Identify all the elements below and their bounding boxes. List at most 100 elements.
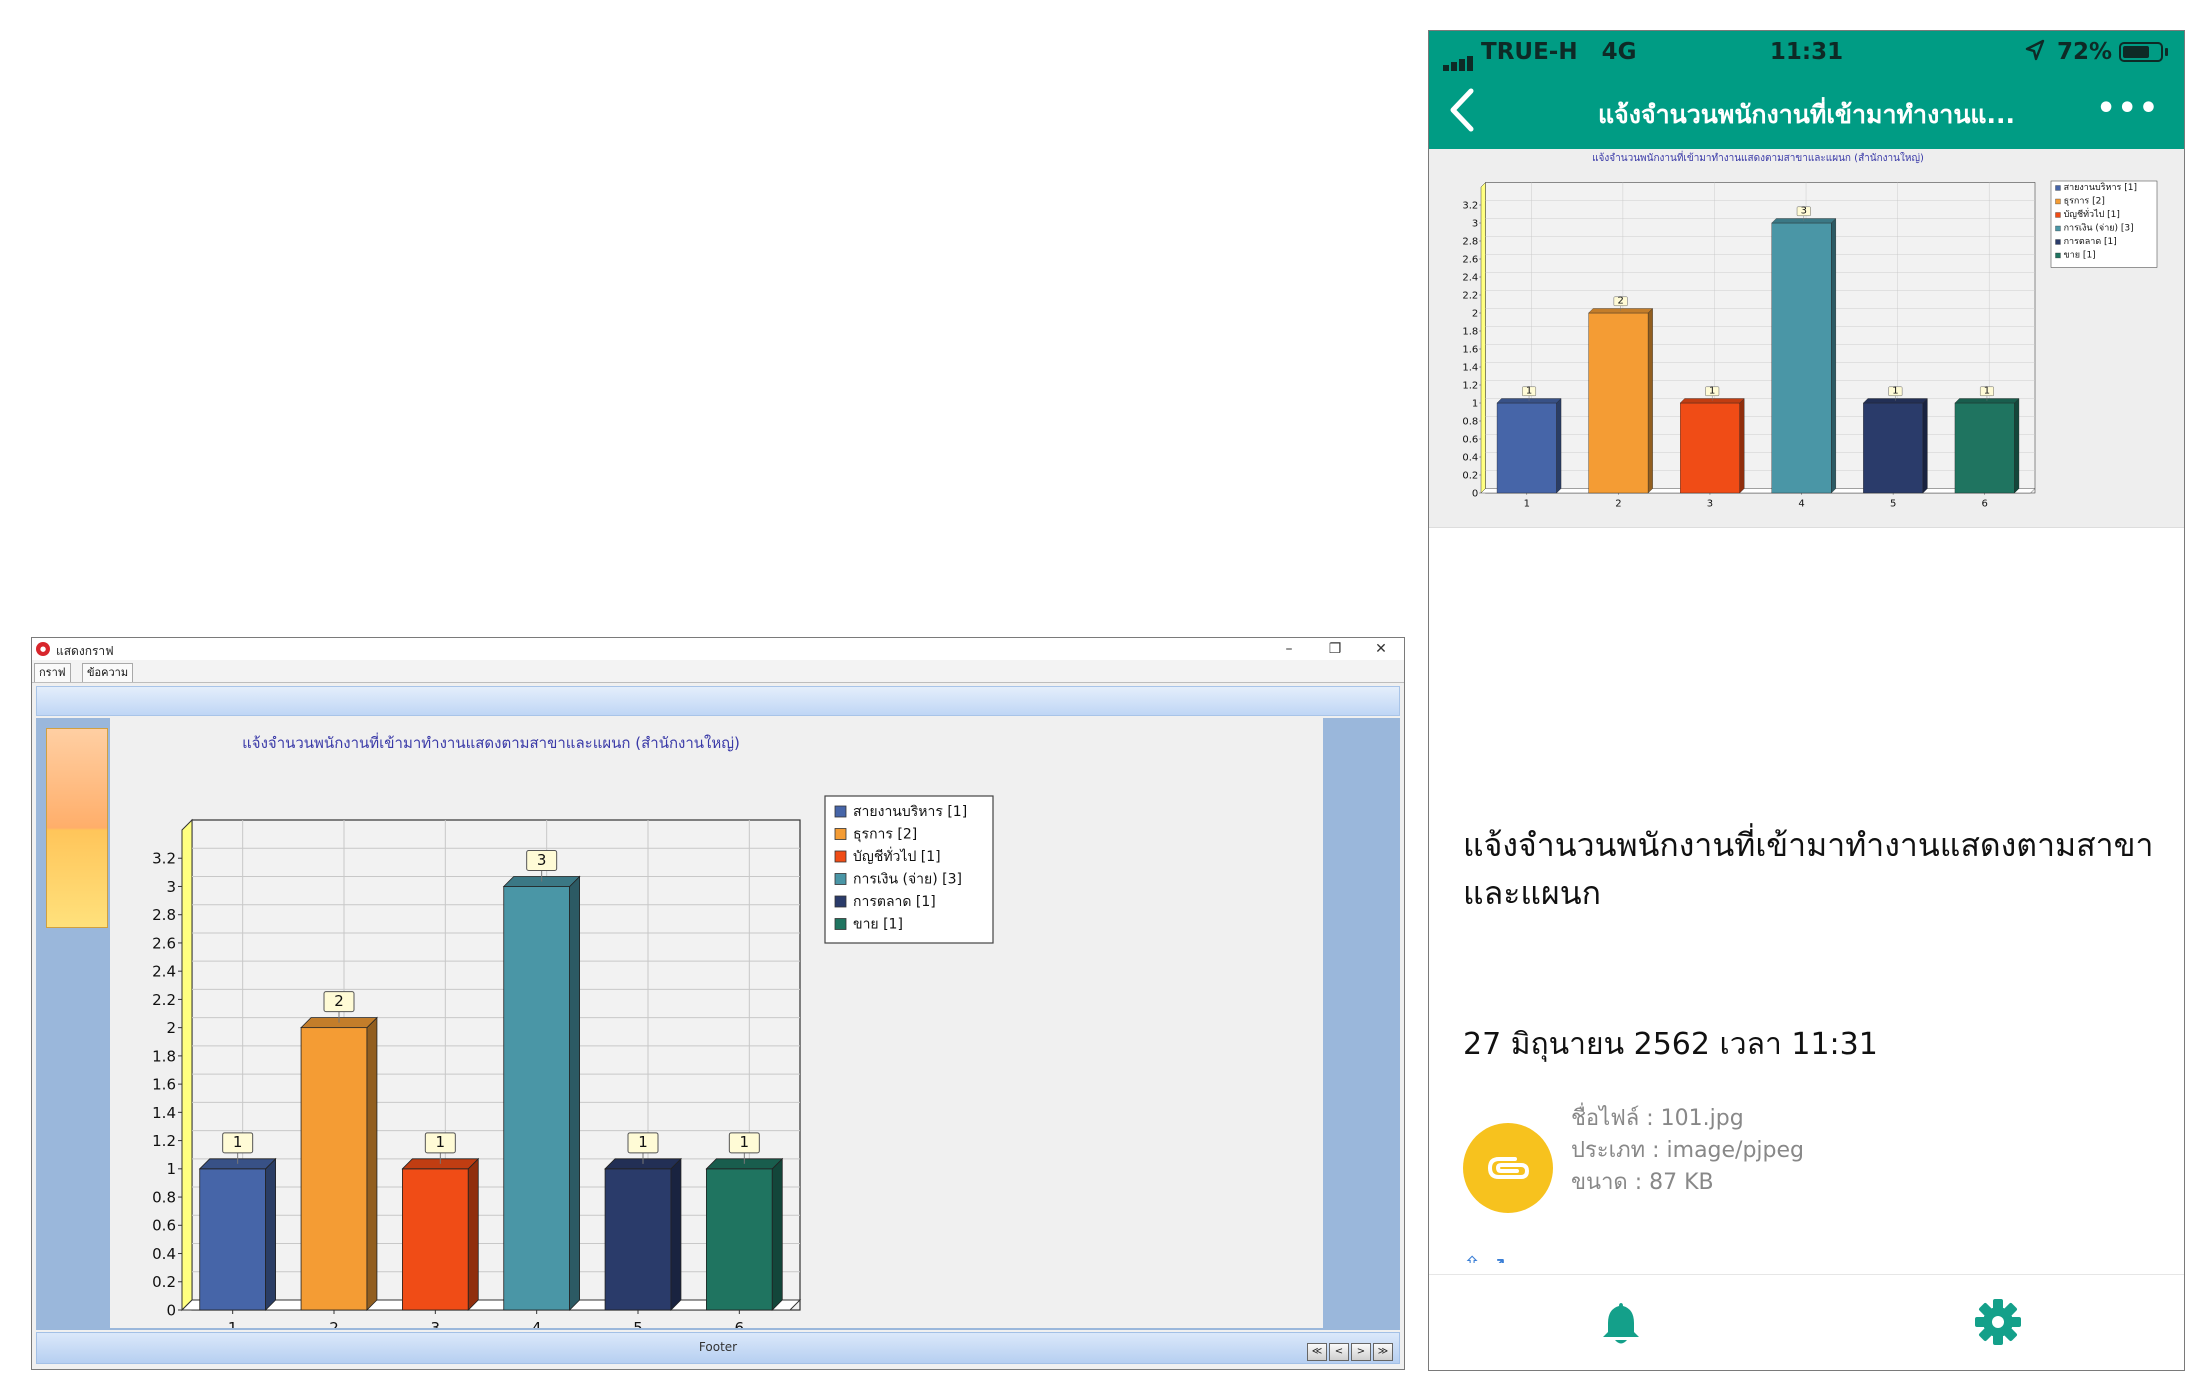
- legend-swatch: [2055, 212, 2061, 218]
- bar-5: [604, 1168, 672, 1311]
- legend-swatch: [834, 850, 847, 863]
- legend-label: สายงานบริหาร [1]: [853, 804, 967, 820]
- nav-bar: แจ้งจำนวนพนักงานที่เข้ามาทำงานแ... •••: [1429, 71, 2184, 149]
- close-icon[interactable]: ✕: [1358, 638, 1404, 660]
- window-titlebar[interactable]: ● แสดงกราฟ – ❐ ✕: [32, 638, 1404, 660]
- bar-3: [1680, 402, 1740, 494]
- legend-label: ธุรการ [2]: [2064, 197, 2105, 207]
- legend-label: การเงิน (จ่าย) [3]: [853, 872, 962, 888]
- x-tick-label: 1: [228, 1319, 238, 1328]
- legend-swatch: [834, 805, 847, 818]
- back-chevron-icon[interactable]: [1443, 85, 1483, 139]
- legend-swatch: [2055, 198, 2061, 205]
- legend-label: บัญชีทั่วไป [1]: [853, 847, 941, 865]
- x-tick-label: 2: [1615, 499, 1621, 510]
- y-tick-label: 3: [166, 878, 176, 896]
- prev-record-button[interactable]: <: [1329, 1343, 1349, 1361]
- x-tick-label: 2: [329, 1319, 339, 1328]
- bell-icon[interactable]: [1599, 1299, 1643, 1351]
- bar-1: [199, 1168, 266, 1311]
- x-tick-label: 5: [633, 1319, 643, 1328]
- legend-swatch: [2055, 225, 2061, 232]
- bar-1: [1496, 402, 1557, 494]
- legend-label: ขาย [1]: [2064, 251, 2096, 261]
- bar-side-4: [569, 875, 581, 1311]
- y-tick-label: 1.4: [152, 1104, 176, 1122]
- data-label: 1: [233, 1133, 243, 1151]
- legend-swatch: [2055, 185, 2061, 191]
- y-tick-label: 0: [1472, 489, 1478, 500]
- gear-icon[interactable]: [1973, 1297, 2023, 1351]
- tab-strip: กราฟ ข้อความ: [32, 660, 1404, 683]
- bar-side-4: [1831, 218, 1836, 494]
- legend-label: ธุรการ [2]: [853, 827, 917, 843]
- data-label: 1: [436, 1133, 446, 1151]
- y-tick-label: 1.6: [1462, 345, 1478, 356]
- location-arrow-icon: [2025, 39, 2045, 67]
- data-label: 1: [638, 1133, 648, 1151]
- legend-label: การเงิน (จ่าย) [3]: [2064, 223, 2134, 234]
- next-record-button[interactable]: >: [1351, 1343, 1371, 1361]
- y-tick-label: 0.6: [152, 1217, 176, 1235]
- x-tick-label: 5: [1890, 499, 1896, 510]
- bar-4: [503, 886, 571, 1311]
- chart-window: ● แสดงกราฟ – ❐ ✕ กราฟ ข้อความ แจ้งจำนวนพ…: [31, 637, 1405, 1370]
- y-tick-label: 1.4: [1462, 363, 1478, 374]
- legend-swatch: [834, 895, 847, 908]
- bar-side-5: [1922, 398, 1928, 494]
- legend-swatch: [834, 873, 847, 885]
- last-record-button[interactable]: ≫: [1373, 1343, 1393, 1361]
- bar-chart-desktop: แจ้งจำนวนพนักงานที่เข้ามาทำงานแสดงตามสาข…: [152, 732, 994, 1337]
- y-tick-label: 1.2: [1462, 381, 1478, 392]
- file-info: ชื่อไฟล์ : 101.jpg ประเภท : image/pjpeg …: [1571, 1103, 1971, 1199]
- y-tick-label: 2: [166, 1019, 176, 1037]
- bar-side-6: [2014, 398, 2020, 494]
- left-wall: [1480, 181, 1486, 494]
- y-tick-label: 0.8: [152, 1188, 176, 1206]
- left-wall: [181, 818, 193, 1312]
- y-tick-label: 0.6: [1462, 435, 1478, 446]
- bar-4: [1771, 222, 1832, 494]
- bar-side-2: [1647, 308, 1653, 494]
- footer-text: Footer: [698, 1340, 738, 1354]
- y-tick-label: 1: [1472, 399, 1478, 410]
- minimize-icon[interactable]: –: [1266, 638, 1312, 660]
- y-tick-label: 0.4: [152, 1245, 176, 1263]
- bottom-tab-bar: [1429, 1274, 2184, 1370]
- share-link-partial[interactable]: ⇧ ↗: [1463, 1253, 1507, 1263]
- tab-graph[interactable]: กราฟ: [34, 663, 71, 682]
- data-label: 3: [1801, 205, 1807, 216]
- bar-side-2: [366, 1016, 378, 1311]
- bar-side-5: [670, 1157, 682, 1311]
- side-gradient-panel: [46, 728, 108, 928]
- chart-title: แจ้งจำนวนพนักงานที่เข้ามาทำงานแสดงตามสาข…: [242, 732, 740, 752]
- attached-chart-image[interactable]: แจ้งจำนวนพนักงานที่เข้ามาทำงานแสดงตามสาข…: [1429, 149, 2184, 528]
- nav-title: แจ้งจำนวนพนักงานที่เข้ามาทำงานแ...: [1597, 100, 2016, 129]
- data-label: 1: [740, 1133, 750, 1151]
- y-tick-label: 2.4: [152, 963, 176, 981]
- bar-3: [401, 1168, 469, 1311]
- first-record-button[interactable]: ≪: [1307, 1343, 1327, 1361]
- legend-swatch: [2055, 239, 2061, 245]
- more-options-icon[interactable]: •••: [2096, 91, 2160, 126]
- message-title: แจ้งจำนวนพนักงานที่เข้ามาทำงานแสดงตามสาข…: [1463, 826, 2154, 912]
- status-bar: TRUE-H 4G 11:31 72%: [1429, 31, 2184, 71]
- tab-text[interactable]: ข้อความ: [82, 663, 134, 682]
- paperclip-icon[interactable]: [1463, 1123, 1553, 1213]
- window-footer: Footer ≪ < > ≫: [36, 1332, 1400, 1364]
- app-icon: ●: [36, 642, 50, 656]
- x-tick-label: 4: [1798, 499, 1804, 510]
- window-title: แสดงกราฟ: [56, 644, 114, 658]
- file-type: ประเภท : image/pjpeg: [1571, 1138, 1804, 1163]
- bar-2: [300, 1027, 368, 1311]
- message-date: 27 มิถุนายน 2562 เวลา 11:31: [1463, 1027, 1878, 1062]
- x-tick-label: 3: [431, 1319, 441, 1328]
- restore-icon[interactable]: ❐: [1312, 638, 1358, 660]
- data-label: 1: [1709, 385, 1715, 396]
- y-tick-label: 2.6: [152, 934, 176, 952]
- y-tick-label: 2.2: [152, 991, 176, 1009]
- battery-percent: 72%: [2057, 39, 2113, 65]
- y-tick-label: 2: [1472, 309, 1478, 320]
- floor: [1480, 488, 2036, 494]
- y-tick-label: 3.2: [1462, 201, 1478, 212]
